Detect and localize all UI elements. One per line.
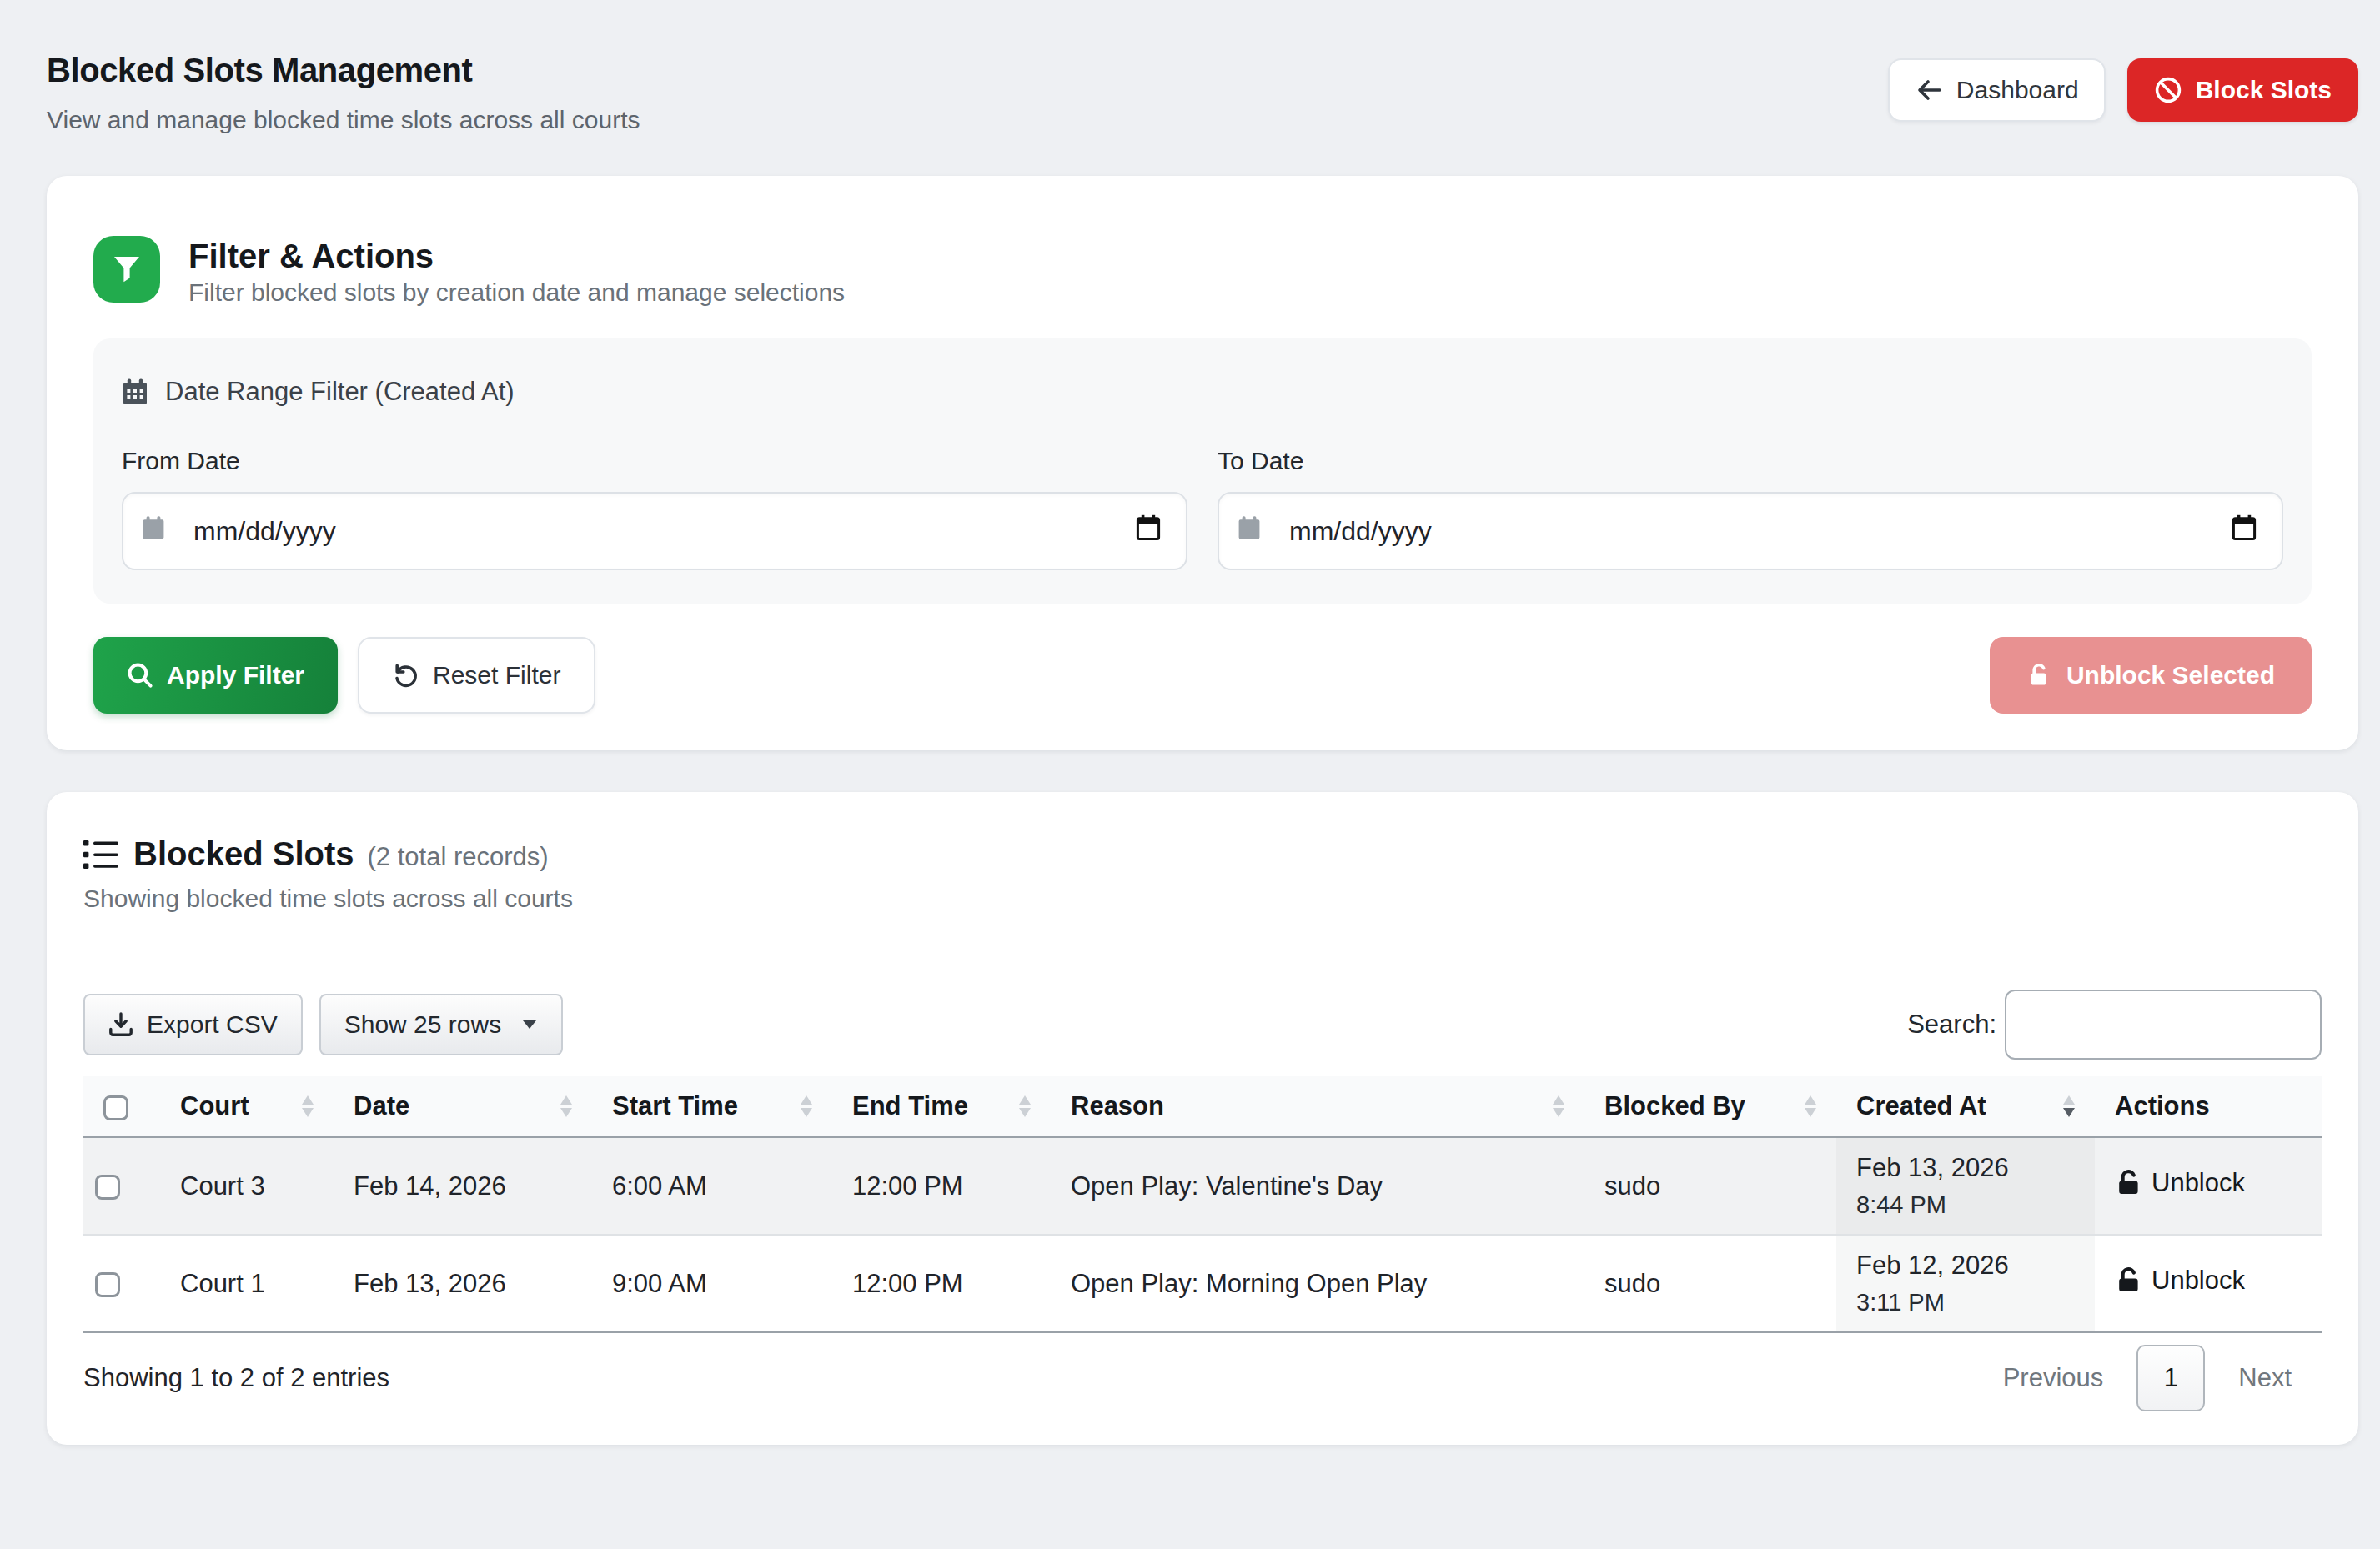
cell-end-time: 12:00 PM [832, 1235, 1051, 1332]
date-range-heading: Date Range Filter (Created At) [165, 377, 515, 407]
dashboard-button[interactable]: Dashboard [1888, 58, 2106, 122]
sort-icon [302, 1095, 314, 1117]
sort-icon [1019, 1095, 1031, 1117]
select-all-checkbox[interactable] [103, 1095, 128, 1120]
search-input[interactable] [2005, 990, 2322, 1060]
column-header-end-time[interactable]: End Time [832, 1076, 1051, 1137]
sort-icon [1553, 1095, 1564, 1117]
lock-icon [2115, 1169, 2143, 1197]
date-range-panel: Date Range Filter (Created At) From Date… [93, 338, 2312, 604]
table-header-row: Court Date Start Time End Time Reason Bl… [83, 1076, 2322, 1137]
column-header-select[interactable] [83, 1076, 160, 1137]
column-header-created-at[interactable]: Created At [1836, 1076, 2095, 1137]
search-label: Search: [1907, 1010, 1996, 1040]
column-header-blocked-by[interactable]: Blocked By [1584, 1076, 1836, 1137]
unblock-selected-button[interactable]: Unblock Selected [1990, 637, 2312, 714]
pagination: Previous 1 Next [2003, 1345, 2292, 1411]
cell-start-time: 6:00 AM [592, 1137, 832, 1235]
row-checkbox[interactable] [95, 1272, 120, 1297]
from-date-input[interactable]: mm/dd/yyyy [122, 492, 1187, 570]
cell-created-at: Feb 13, 20268:44 PM [1836, 1137, 2095, 1235]
reset-filter-button[interactable]: Reset Filter [358, 637, 595, 714]
rotate-ccw-icon [393, 662, 419, 689]
cell-actions: Unblock [2095, 1137, 2322, 1235]
cell-end-time: 12:00 PM [832, 1137, 1051, 1235]
list-icon [83, 839, 118, 870]
cell-reason: Open Play: Morning Open Play [1051, 1235, 1584, 1332]
next-page-button[interactable]: Next [2238, 1363, 2292, 1393]
row-checkbox[interactable] [95, 1175, 120, 1200]
table-row: Court 3Feb 14, 20266:00 AM12:00 PMOpen P… [83, 1137, 2322, 1235]
column-header-actions: Actions [2095, 1076, 2322, 1137]
ban-icon [2154, 76, 2182, 104]
cell-actions: Unblock [2095, 1235, 2322, 1332]
to-date-value: mm/dd/yyyy [1289, 516, 1432, 547]
table-row: Court 1Feb 13, 20269:00 AM12:00 PMOpen P… [83, 1235, 2322, 1332]
unblock-button[interactable]: Unblock [2115, 1168, 2245, 1198]
calendar-icon [1238, 515, 1261, 547]
download-icon [108, 1012, 133, 1037]
export-csv-button[interactable]: Export CSV [83, 994, 303, 1055]
column-header-date[interactable]: Date [334, 1076, 592, 1137]
blocked-slots-table: Court Date Start Time End Time Reason Bl… [83, 1076, 2322, 1333]
cell-blocked-by: sudo [1584, 1235, 1836, 1332]
cell-court: Court 1 [160, 1235, 334, 1332]
column-header-reason[interactable]: Reason [1051, 1076, 1584, 1137]
sort-icon [560, 1095, 572, 1117]
blocked-slots-card: Blocked Slots (2 total records) Showing … [47, 792, 2358, 1445]
filter-icon [93, 236, 160, 303]
cell-court: Court 3 [160, 1137, 334, 1235]
cell-reason: Open Play: Valentine's Day [1051, 1137, 1584, 1235]
filter-card-subtitle: Filter blocked slots by creation date an… [188, 278, 845, 307]
unlock-icon [2026, 662, 2053, 689]
cell-created-at: Feb 12, 20263:11 PM [1836, 1235, 2095, 1332]
filter-card-title: Filter & Actions [188, 238, 845, 275]
unblock-button[interactable]: Unblock [2115, 1266, 2245, 1296]
table-info: Showing 1 to 2 of 2 entries [83, 1363, 389, 1393]
sort-icon [1805, 1095, 1816, 1117]
filter-actions-card: Filter & Actions Filter blocked slots by… [47, 176, 2358, 750]
page-subtitle: View and manage blocked time slots acros… [47, 106, 640, 134]
cell-date: Feb 13, 2026 [334, 1235, 592, 1332]
to-date-label: To Date [1218, 447, 2283, 475]
column-header-court[interactable]: Court [160, 1076, 334, 1137]
calendar-icon [142, 515, 165, 547]
sort-icon [801, 1095, 812, 1117]
lock-icon [2115, 1266, 2143, 1295]
date-picker-icon[interactable] [2232, 514, 2257, 548]
blocked-slots-title: Blocked Slots [133, 835, 354, 873]
cell-start-time: 9:00 AM [592, 1235, 832, 1332]
from-date-value: mm/dd/yyyy [193, 516, 336, 547]
apply-filter-button[interactable]: Apply Filter [93, 637, 338, 714]
previous-page-button[interactable]: Previous [2003, 1363, 2104, 1393]
block-slots-button[interactable]: Block Slots [2127, 58, 2358, 122]
from-date-label: From Date [122, 447, 1187, 475]
page-title: Blocked Slots Management [47, 52, 640, 89]
table-body: Court 3Feb 14, 20266:00 AM12:00 PMOpen P… [83, 1137, 2322, 1332]
caret-down-icon [521, 1018, 538, 1031]
search-icon [127, 662, 153, 689]
page-header: Blocked Slots Management View and manage… [47, 40, 2358, 134]
blocked-slots-subtitle: Showing blocked time slots across all co… [83, 885, 2322, 913]
page-length-select[interactable]: Show 25 rows [319, 994, 563, 1055]
calendar-icon [122, 378, 148, 406]
cell-blocked-by: sudo [1584, 1137, 1836, 1235]
records-count: (2 total records) [368, 842, 549, 872]
arrow-left-icon [1915, 77, 1943, 103]
to-date-input[interactable]: mm/dd/yyyy [1218, 492, 2283, 570]
current-page-button[interactable]: 1 [2136, 1345, 2205, 1411]
cell-date: Feb 14, 2026 [334, 1137, 592, 1235]
sort-icon [2063, 1095, 2075, 1117]
date-picker-icon[interactable] [1136, 514, 1161, 548]
column-header-start-time[interactable]: Start Time [592, 1076, 832, 1137]
